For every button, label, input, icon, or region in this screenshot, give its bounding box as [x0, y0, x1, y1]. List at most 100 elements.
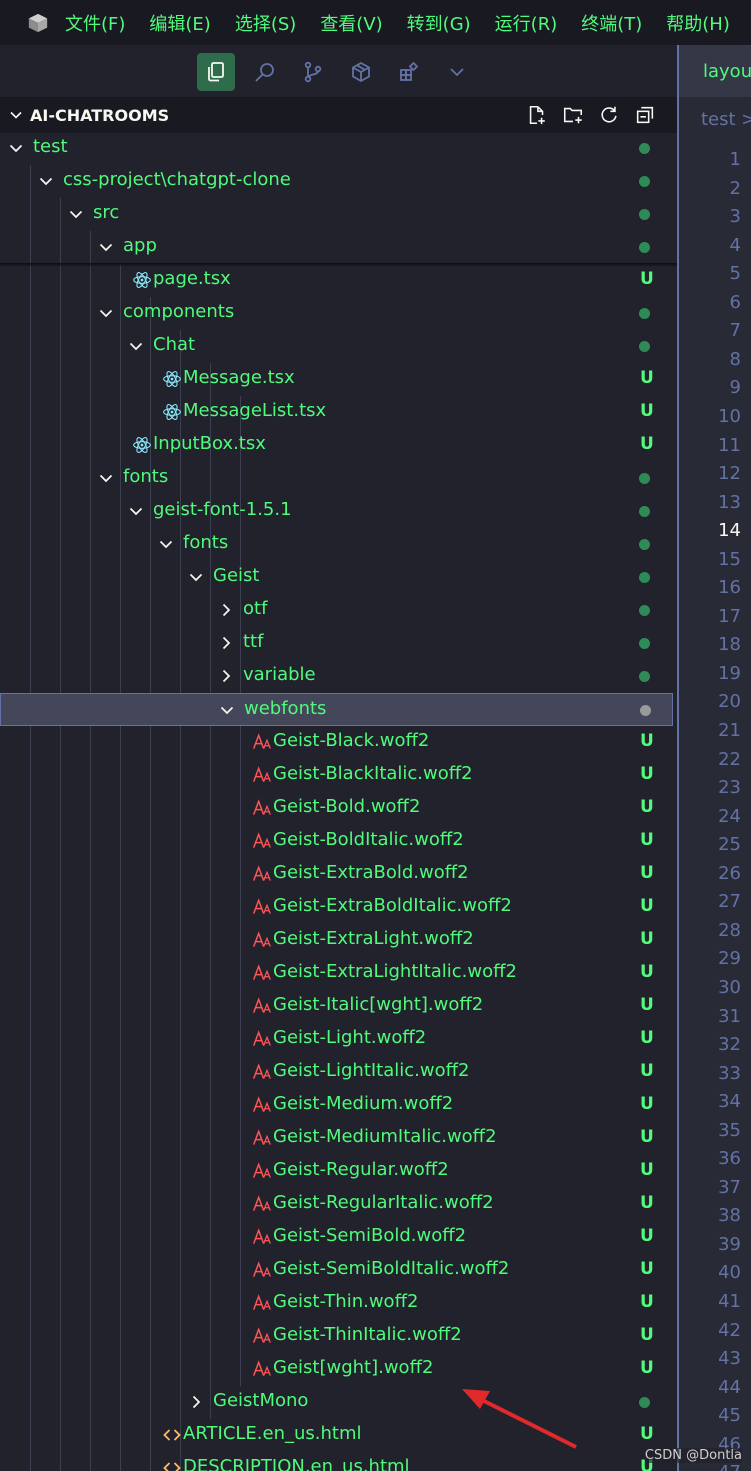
source-control-button[interactable]	[294, 53, 332, 91]
tree-file-row[interactable]: Geist-Bold.woff2 U	[0, 792, 673, 825]
line-number: 25	[718, 834, 741, 856]
chevron-right-icon	[222, 636, 231, 650]
explorer-section-header[interactable]: AI-CHATROOMS	[0, 97, 677, 133]
tree-file-row[interactable]: Geist-Regular.woff2 U	[0, 1155, 673, 1188]
menu-edit[interactable]: 编辑(E)	[149, 10, 210, 36]
tree-file-row[interactable]: Geist-BlackItalic.woff2 U	[0, 759, 673, 792]
tree-file-row[interactable]: Geist-Medium.woff2 U	[0, 1089, 673, 1122]
chevron-down-icon	[159, 540, 173, 549]
tree-file-row[interactable]: Geist-Light.woff2 U	[0, 1023, 673, 1056]
tree-file-row[interactable]: Message.tsx U	[0, 363, 673, 396]
menu-help[interactable]: 帮助(H)	[666, 10, 730, 36]
extensions-button[interactable]	[390, 53, 428, 91]
menu-go[interactable]: 转到(G)	[407, 10, 471, 36]
app-logo-icon	[28, 13, 48, 32]
collapse-all-button[interactable]	[633, 103, 657, 127]
tree-file-row[interactable]: Geist-ExtraLightItalic.woff2 U	[0, 957, 673, 990]
tree-file-row[interactable]: Geist-LightItalic.woff2 U	[0, 1056, 673, 1089]
tree-item-label: Geist-ExtraBoldItalic.woff2	[273, 895, 512, 916]
tree-file-row[interactable]: InputBox.tsx U	[0, 429, 673, 462]
tree-folder-row[interactable]: components	[0, 297, 673, 330]
tree-file-row[interactable]: Geist-SemiBold.woff2 U	[0, 1221, 673, 1254]
more-views-button[interactable]	[438, 53, 476, 91]
tree-file-row[interactable]: Geist-BoldItalic.woff2 U	[0, 825, 673, 858]
tree-item-label: Geist-Italic[wght].woff2	[273, 994, 484, 1015]
untracked-badge: U	[640, 863, 654, 883]
new-folder-button[interactable]	[561, 103, 585, 127]
source-control-icon	[304, 61, 322, 83]
tree-folder-row[interactable]: Geist	[0, 561, 673, 594]
tree-file-row[interactable]: Geist-ExtraBoldItalic.woff2 U	[0, 891, 673, 924]
tree-file-row[interactable]: Geist-ThinItalic.woff2 U	[0, 1320, 673, 1353]
tree-file-row[interactable]: DESCRIPTION.en_us.html U	[0, 1452, 673, 1471]
line-number: 1	[729, 149, 741, 170]
menu-view[interactable]: 查看(V)	[320, 10, 382, 36]
tree-folder-row[interactable]: otf	[0, 594, 673, 627]
tree-folder-row[interactable]: ttf	[0, 627, 673, 660]
tree-item-label: Geist-BoldItalic.woff2	[273, 829, 464, 850]
tree-file-row[interactable]: Geist-SemiBoldItalic.woff2 U	[0, 1254, 673, 1287]
tree-folder-row[interactable]: app	[0, 231, 673, 264]
tree-file-row[interactable]: Geist-RegularItalic.woff2 U	[0, 1188, 673, 1221]
menu-terminal[interactable]: 终端(T)	[581, 10, 642, 36]
chevron-down-icon	[99, 474, 113, 483]
react-icon	[163, 371, 181, 387]
search-button[interactable]	[246, 53, 284, 91]
react-icon	[163, 404, 181, 420]
chevron-down-icon	[39, 177, 53, 186]
tree-item-label: fonts	[183, 532, 229, 553]
editor-area: layout.tsx test > 1234567891011121314151…	[677, 45, 751, 1471]
tree-file-row[interactable]: Geist-Thin.woff2 U	[0, 1287, 673, 1320]
line-number: 4	[729, 234, 741, 256]
line-number: 41	[718, 1291, 741, 1312]
tree-file-row[interactable]: MessageList.tsx U	[0, 396, 673, 429]
tree-item-label: fonts	[123, 466, 169, 487]
tree-file-row[interactable]: Geist-Black.woff2 U	[0, 726, 673, 759]
untracked-badge: U	[640, 1028, 654, 1048]
tree-folder-row[interactable]: variable	[0, 660, 673, 693]
untracked-badge: U	[640, 1160, 654, 1180]
tree-item-label: otf	[243, 598, 268, 619]
tree-folder-row[interactable]: webfonts	[0, 693, 673, 726]
tree-folder-row[interactable]: fonts	[0, 528, 673, 561]
untracked-badge: U	[640, 764, 654, 784]
menu-run[interactable]: 运行(R)	[495, 10, 558, 36]
untracked-badge: U	[640, 1424, 654, 1444]
chevron-down-icon	[99, 243, 113, 252]
tree-file-row[interactable]: Geist-MediumItalic.woff2 U	[0, 1122, 673, 1155]
menu-selection[interactable]: 选择(S)	[235, 10, 296, 36]
breadcrumb[interactable]: test >	[701, 109, 751, 130]
refresh-button[interactable]	[597, 103, 621, 127]
tree-folder-row[interactable]: src	[0, 198, 673, 231]
untracked-badge: U	[640, 830, 654, 850]
tree-file-row[interactable]: page.tsx U	[0, 264, 673, 297]
tree-item-label: DESCRIPTION.en_us.html	[183, 1456, 410, 1471]
explorer-button[interactable]	[197, 53, 235, 91]
tree-file-row[interactable]: Geist[wght].woff2 U	[0, 1353, 673, 1386]
tree-folder-row[interactable]: test	[0, 132, 673, 165]
menu-file[interactable]: 文件(F)	[65, 10, 125, 36]
tree-folder-row[interactable]: Chat	[0, 330, 673, 363]
tree-folder-row[interactable]: geist-font-1.5.1	[0, 495, 673, 528]
line-number: 33	[718, 1062, 741, 1084]
activity-bar	[0, 45, 677, 97]
tree-file-row[interactable]: Geist-ExtraBold.woff2 U	[0, 858, 673, 891]
line-number: 14	[718, 520, 741, 542]
editor-tab[interactable]: layout.tsx	[679, 45, 751, 97]
package-icon	[352, 61, 370, 83]
tree-file-row[interactable]: Geist-ExtraLight.woff2 U	[0, 924, 673, 957]
tree-item-label: GeistMono	[213, 1390, 309, 1411]
tree-folder-row[interactable]: css-project\chatgpt-clone	[0, 165, 673, 198]
annotation-arrow	[462, 1389, 577, 1449]
search-icon	[255, 63, 274, 82]
tree-folder-row[interactable]: fonts	[0, 462, 673, 495]
chevron-down-icon	[450, 68, 464, 77]
package-button[interactable]	[342, 53, 380, 91]
react-icon	[133, 272, 151, 288]
chevron-down-icon	[129, 342, 143, 351]
chevron-down-icon	[69, 210, 83, 219]
new-file-button[interactable]	[525, 103, 549, 127]
line-number: 30	[718, 976, 741, 998]
tree-item-label: Chat	[153, 334, 196, 355]
tree-file-row[interactable]: Geist-Italic[wght].woff2 U	[0, 990, 673, 1023]
